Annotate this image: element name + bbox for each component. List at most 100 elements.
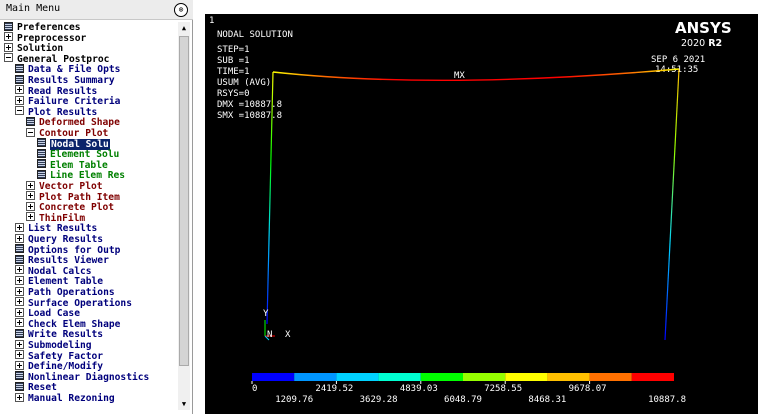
menu-item-label: Vector Plot	[39, 181, 103, 192]
expand-icon[interactable]	[15, 233, 24, 243]
expand-icon[interactable]	[15, 85, 24, 95]
menu-item[interactable]: Read Results	[15, 85, 98, 97]
book-icon[interactable]	[37, 148, 46, 158]
legend-upper-label: 4839.03	[400, 384, 438, 394]
expand-icon[interactable]	[15, 360, 24, 370]
legend-upper-label: 7258.55	[484, 384, 522, 394]
menu-item-label: Manual Rezoning	[28, 393, 115, 404]
plot-date: SEP 6 2021	[651, 55, 705, 65]
expand-icon[interactable]	[15, 95, 24, 105]
book-icon[interactable]	[37, 159, 46, 169]
legend-upper-label: 2419.52	[315, 384, 353, 394]
menu-item[interactable]: Define/Modify	[15, 360, 103, 372]
book-icon[interactable]	[15, 381, 24, 391]
graphics-viewport[interactable]: 1 NODAL SOLUTION STEP=1 SUB =1 TIME=1 USUM …	[205, 14, 758, 414]
menu-item[interactable]: Data & File Opts	[15, 63, 120, 75]
expand-icon[interactable]	[15, 297, 24, 307]
menu-item[interactable]: Preferences	[4, 22, 81, 33]
menu-item-label: Nonlinear Diagnostics	[28, 371, 150, 383]
collapse-icon[interactable]	[4, 53, 13, 63]
menu-item[interactable]: Query Results	[15, 233, 103, 245]
expand-icon[interactable]	[15, 265, 24, 275]
solution-title: NODAL SOLUTION	[217, 30, 293, 40]
menu-item[interactable]: Results Summary	[15, 74, 115, 86]
menu-item[interactable]: Safety Factor	[15, 350, 103, 362]
book-icon[interactable]	[37, 138, 46, 148]
expand-icon[interactable]	[15, 350, 24, 360]
menu-tree: Preferences Preprocessor Solution General P…	[4, 22, 176, 410]
expand-icon[interactable]	[26, 212, 35, 222]
menu-item[interactable]: Element Solu	[37, 148, 120, 161]
scroll-down-arrow-icon[interactable]: ▼	[178, 398, 190, 410]
menu-item[interactable]: Element Table	[15, 275, 104, 288]
menu-item-label: Element Solu	[50, 149, 120, 161]
menu-item[interactable]: Submodeling	[15, 339, 92, 351]
book-icon[interactable]	[4, 22, 13, 31]
menu-item[interactable]: Preprocessor	[4, 32, 86, 44]
expand-icon[interactable]	[15, 222, 24, 232]
collapse-icon[interactable]	[26, 127, 35, 137]
scroll-up-arrow-icon[interactable]: ▲	[178, 22, 190, 34]
book-icon[interactable]	[26, 116, 35, 126]
book-icon[interactable]	[15, 244, 24, 254]
expand-icon[interactable]	[4, 42, 13, 52]
menu-item[interactable]: Load Case	[15, 307, 80, 319]
graphics-window: 1 NODAL SOLUTION STEP=1 SUB =1 TIME=1 USUM …	[193, 0, 760, 414]
menu-item-label: Read Results	[28, 85, 98, 97]
menu-item[interactable]: Write Results	[15, 328, 103, 340]
triad-y-label: Y	[263, 309, 269, 319]
book-icon[interactable]	[15, 63, 24, 73]
book-icon[interactable]	[15, 371, 24, 381]
menu-item[interactable]: Concrete Plot	[26, 201, 114, 213]
expand-icon[interactable]	[15, 318, 24, 328]
book-icon[interactable]	[15, 328, 24, 338]
scroll-thumb[interactable]	[179, 36, 189, 366]
menu-item[interactable]: Nonlinear Diagnostics	[15, 371, 150, 383]
expand-icon[interactable]	[26, 191, 35, 201]
menu-item-label: Results Viewer	[28, 255, 109, 267]
menu-item-label: Deformed Shape	[39, 117, 120, 129]
menu-item[interactable]: Results Viewer	[15, 254, 109, 267]
expand-icon[interactable]	[4, 32, 13, 42]
expand-icon[interactable]	[15, 339, 24, 349]
legend-band	[463, 373, 506, 381]
expand-icon[interactable]	[15, 392, 24, 402]
collapse-icon[interactable]	[15, 106, 24, 116]
triad-n-label: N	[267, 330, 272, 340]
menu-item[interactable]: Vector Plot	[26, 180, 103, 192]
legend-upper-label: 0	[252, 384, 257, 394]
menu-item-label: Element Table	[28, 276, 104, 288]
menu-item-label: Plot Path Item	[39, 191, 120, 203]
menu-item[interactable]: Surface Operations	[15, 297, 132, 309]
main-menu-panel: Main Menu ⊗ Preferences Preprocessor Solut…	[0, 0, 193, 414]
menu-item[interactable]: Manual Rezoning	[15, 392, 115, 404]
menu-item[interactable]: Nodal Solu	[37, 138, 110, 150]
menu-item-label: Nodal Solu	[50, 138, 110, 150]
book-icon[interactable]	[37, 169, 46, 179]
menu-item[interactable]: Failure Criteria	[15, 95, 120, 107]
menu-item-label: Plot Results	[28, 106, 98, 118]
book-icon[interactable]	[15, 254, 24, 264]
expand-icon[interactable]	[15, 286, 24, 296]
menu-item[interactable]: Line Elem Res	[37, 169, 125, 181]
menu-item[interactable]: List Results	[15, 222, 97, 234]
menu-item[interactable]: Options for Outp	[15, 244, 120, 256]
menu-item[interactable]: Deformed Shape	[26, 116, 120, 129]
menu-item[interactable]: Path Operations	[15, 286, 115, 298]
expand-icon[interactable]	[26, 180, 35, 190]
book-icon[interactable]	[15, 74, 24, 84]
menu-item[interactable]: Plot Path Item	[26, 191, 120, 203]
expand-icon[interactable]	[15, 307, 24, 317]
expand-icon[interactable]	[26, 201, 35, 211]
frame-beam	[272, 68, 680, 81]
menu-scrollbar[interactable]: ▲ ▼	[178, 22, 190, 410]
frame-right-column	[664, 68, 680, 341]
legend-band	[547, 373, 590, 381]
collapse-menu-button[interactable]: ⊗	[174, 3, 188, 17]
menu-item[interactable]: Nodal Calcs	[15, 265, 92, 277]
solution-info-line: STEP=1	[217, 45, 250, 55]
expand-icon[interactable]	[15, 275, 24, 285]
window-number: 1	[209, 16, 214, 26]
menu-item-label: Nodal Calcs	[28, 265, 92, 277]
main-menu-title: Main Menu	[6, 3, 61, 14]
